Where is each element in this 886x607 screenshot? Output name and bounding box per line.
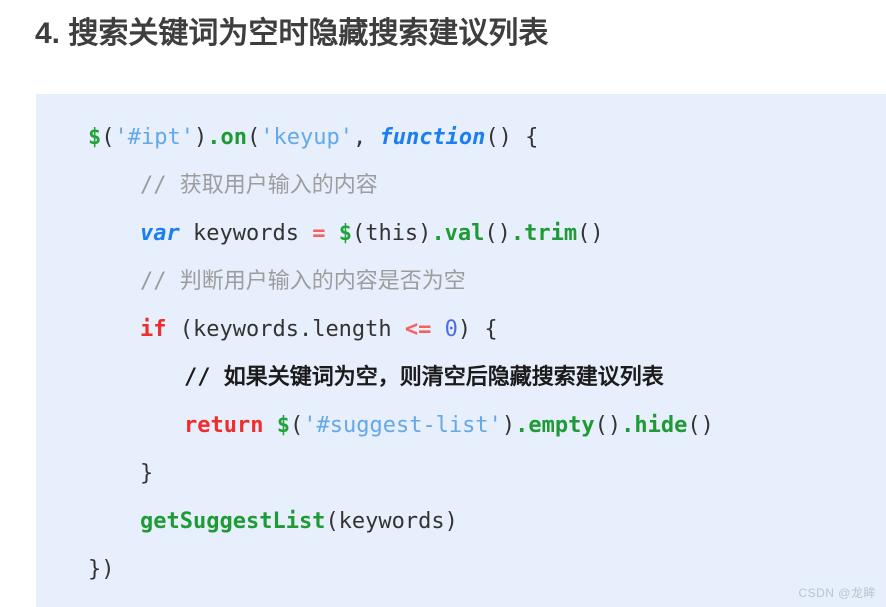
- code-token-punct: ) {: [457, 317, 498, 342]
- code-token-comment: // 获取用户输入的内容: [140, 173, 378, 198]
- code-token-plain: (keywords.length: [166, 317, 405, 342]
- code-token-plain: keywords: [179, 221, 313, 246]
- code-token-num: 0: [444, 317, 458, 342]
- code-token-punct: }: [140, 461, 154, 486]
- code-token-op-red: <=: [404, 317, 432, 342]
- watermark: CSDN @龙眸: [798, 586, 876, 600]
- code-line: getSuggestList(keywords): [36, 498, 886, 546]
- code-token-method: .trim: [510, 221, 578, 246]
- code-token-string: 'keyup': [260, 125, 353, 150]
- code-line: }): [36, 546, 886, 594]
- code-token-punct: (): [484, 221, 511, 246]
- code-token-string: '#suggest-list': [303, 413, 502, 438]
- code-token-punct: (): [577, 221, 604, 246]
- code-token-punct: (): [687, 413, 714, 438]
- code-token-punct: (): [594, 413, 622, 438]
- code-line: // 判断用户输入的内容是否为空: [36, 258, 886, 306]
- code-token-punct: (keywords): [325, 509, 458, 534]
- code-token-dollar: $: [276, 413, 290, 438]
- code-token-punct: (this): [351, 221, 432, 246]
- code-token-op-red: =: [312, 221, 326, 246]
- code-token-dollar: $: [338, 221, 352, 246]
- code-token-punct: (: [289, 413, 304, 438]
- code-token-method: .val: [431, 221, 485, 246]
- code-token-method: .on: [207, 125, 247, 150]
- code-line: }: [36, 450, 886, 498]
- code-line: $('#ipt').on('keyup', function() {: [36, 114, 886, 162]
- code-token-kw-red: return: [184, 413, 264, 438]
- code-token-punct: () {: [485, 125, 539, 150]
- code-token-comment-strong: // 如果关键词为空，则清空后隐藏搜索建议列表: [184, 365, 664, 390]
- code-token-comment: // 判断用户输入的内容是否为空: [140, 269, 466, 294]
- code-token-method: .empty: [515, 413, 595, 438]
- page-title: 4. 搜索关键词为空时隐藏搜索建议列表: [35, 17, 549, 50]
- code-token-punct: ): [193, 125, 208, 150]
- code-token-punct: (: [246, 125, 261, 150]
- code-line: return $('#suggest-list').empty().hide(): [36, 402, 886, 450]
- code-line: // 获取用户输入的内容: [36, 162, 886, 210]
- code-token-kw-blue: function: [379, 125, 486, 150]
- code-line: var keywords = $(this).val().trim(): [36, 210, 886, 258]
- code-line: // 如果关键词为空，则清空后隐藏搜索建议列表: [36, 354, 886, 402]
- code-token-kw-red: if: [140, 317, 167, 342]
- code-token-punct: ): [501, 413, 516, 438]
- code-token-kw-blue: var: [140, 221, 180, 246]
- code-token-method: .hide: [621, 413, 688, 438]
- code-line: if (keywords.length <= 0) {: [36, 306, 886, 354]
- code-token-string: '#ipt': [114, 125, 194, 150]
- code-token-punct: }): [88, 557, 115, 582]
- code-block: $('#ipt').on('keyup', function() {// 获取用…: [36, 94, 886, 607]
- code-token-func: getSuggestList: [140, 509, 326, 534]
- code-token-punct: (: [101, 125, 115, 150]
- code-token-punct: ,: [352, 125, 380, 150]
- code-token-dollar: $: [88, 125, 102, 150]
